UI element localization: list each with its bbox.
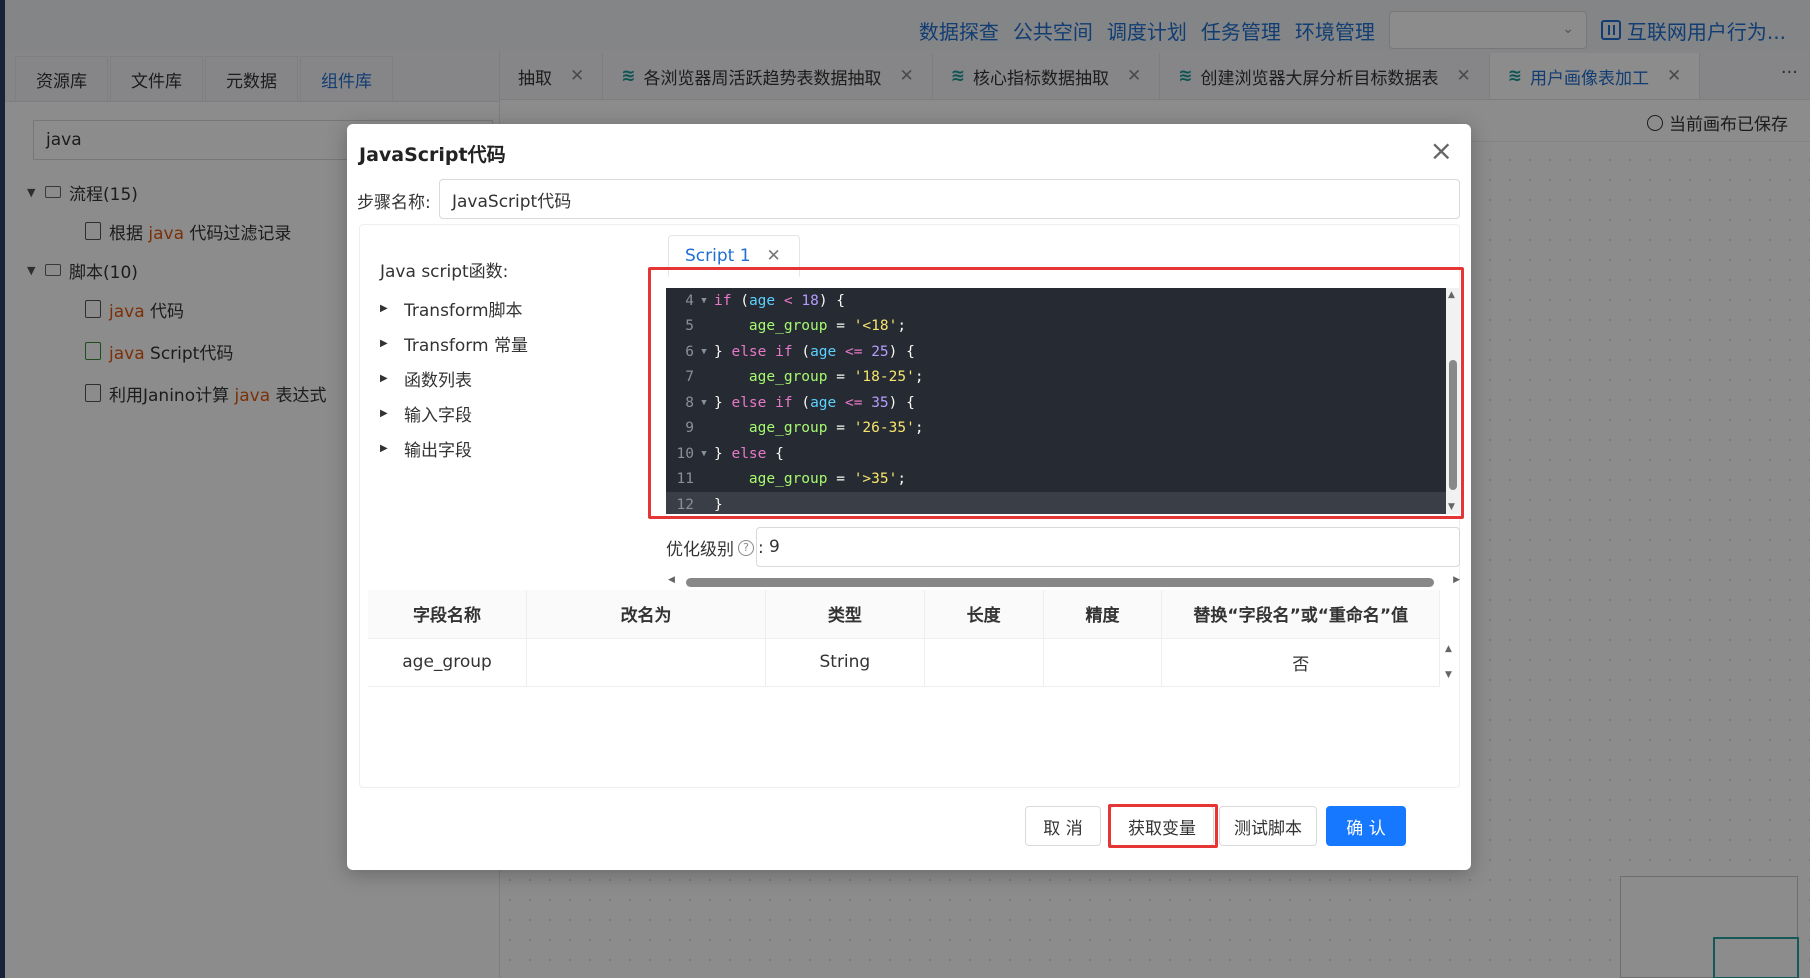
fn-tree-item[interactable]: ▶ 输入字段 [380, 396, 528, 431]
fold-icon: ▼ [701, 346, 707, 357]
js-functions-label: Java script函数: [380, 262, 509, 282]
fn-tree-label: Transform 常量 [404, 336, 528, 356]
col-rename: 改名为 [526, 590, 767, 639]
fold-icon: ▼ [701, 448, 707, 459]
help-circle-icon[interactable]: ? [738, 539, 754, 556]
col-precision: 精度 [1043, 590, 1163, 639]
cell[interactable] [1043, 638, 1163, 687]
step-name-label: 步骤名称: [357, 193, 431, 213]
fold-icon: ▼ [701, 397, 707, 408]
fold-icon: ▼ [701, 295, 707, 306]
caret-right-icon: ▶ [380, 443, 388, 454]
code-line: 9 age_group = '26-35'; [685, 420, 924, 437]
table-scrollbar[interactable]: ▲ ▼ [1444, 638, 1456, 686]
dialog-title: JavaScript代码 [359, 144, 506, 166]
fn-tree-label: Transform脚本 [404, 301, 523, 321]
cell[interactable] [526, 638, 767, 687]
fields-table: 字段名称 改名为 类型 长度 精度 替换“字段名”或“重命名”值 age_gro… [368, 590, 1440, 687]
close-icon[interactable]: ✕ [767, 246, 781, 266]
scroll-right-icon[interactable]: ▶ [1453, 575, 1460, 585]
cell[interactable]: 否 [1161, 638, 1440, 687]
fn-tree-item[interactable]: ▶ Transform脚本 [380, 291, 528, 326]
fn-tree-label: 函数列表 [404, 371, 472, 391]
code-editor[interactable]: 4 ▼ if (age < 18) { 5 age_group = '<18'; 6… [666, 288, 1446, 514]
code-line: 4 ▼ if (age < 18) { [685, 292, 846, 309]
scroll-left-icon[interactable]: ◀ [668, 575, 675, 585]
fn-tree-item[interactable]: ▶ 函数列表 [380, 361, 528, 396]
fn-tree-item[interactable]: ▶ 输出字段 [380, 431, 528, 466]
optimization-level-input[interactable]: 9 [756, 527, 1460, 567]
fn-tree-item[interactable]: ▶ Transform 常量 [380, 326, 528, 361]
script-tab-label: Script 1 [685, 246, 751, 266]
table-row[interactable]: age_group String 否 [368, 638, 1440, 687]
code-line: 5 age_group = '<18'; [685, 318, 907, 335]
confirm-button[interactable]: 确 认 [1326, 806, 1406, 846]
caret-right-icon: ▶ [380, 303, 388, 314]
function-tree: ▶ Transform脚本 ▶ Transform 常量 ▶ 函数列表 ▶ 输入字段 ▶… [380, 291, 528, 466]
col-replace: 替换“字段名”或“重命名”值 [1161, 590, 1440, 639]
cell[interactable] [924, 638, 1044, 687]
code-scrollbar[interactable]: ▲ ▼ [1446, 288, 1460, 514]
fn-tree-label: 输入字段 [404, 406, 472, 426]
cell[interactable]: age_group [368, 638, 528, 687]
scroll-thumb[interactable] [686, 578, 1434, 587]
step-name-input[interactable]: JavaScript代码 [439, 179, 1460, 219]
scroll-down-icon[interactable]: ▼ [1448, 502, 1455, 512]
col-field-name: 字段名称 [368, 590, 528, 639]
code-line: 8 ▼} else if (age <= 35) { [685, 394, 915, 411]
test-script-button[interactable]: 测试脚本 [1219, 806, 1317, 846]
cancel-button[interactable]: 取 消 [1025, 806, 1101, 846]
close-icon[interactable]: × [1430, 134, 1453, 167]
scroll-up-icon[interactable]: ▲ [1445, 644, 1452, 654]
scroll-down-icon[interactable]: ▼ [1445, 670, 1452, 680]
fn-tree-label: 输出字段 [404, 441, 472, 461]
horizontal-scrollbar[interactable]: ◀ ▶ [666, 575, 1462, 589]
table-header-row: 字段名称 改名为 类型 长度 精度 替换“字段名”或“重命名”值 [368, 590, 1440, 639]
col-length: 长度 [924, 590, 1044, 639]
code-line: 10 ▼} else { [676, 445, 784, 462]
cell[interactable]: String [765, 638, 925, 687]
code-line: 6 ▼} else if (age <= 25) { [685, 343, 915, 360]
caret-right-icon: ▶ [380, 373, 388, 384]
optimization-level-label: 优化级别 ? : [666, 537, 764, 561]
scroll-up-icon[interactable]: ▲ [1448, 290, 1455, 300]
dialog-body: Java script函数: ▶ Transform脚本 ▶ Transform 常… [359, 224, 1464, 788]
caret-right-icon: ▶ [380, 338, 388, 349]
get-variables-button[interactable]: 获取变量 [1110, 806, 1214, 846]
code-line: 11 age_group = '>35'; [676, 471, 907, 488]
code-line: 7 age_group = '18-25'; [685, 369, 924, 386]
javascript-dialog: JavaScript代码 × 步骤名称: JavaScript代码 Java s… [347, 124, 1471, 870]
scroll-thumb[interactable] [1449, 360, 1457, 490]
col-type: 类型 [765, 590, 925, 639]
code-line-current: 12} [666, 492, 1446, 514]
caret-right-icon: ▶ [380, 408, 388, 419]
